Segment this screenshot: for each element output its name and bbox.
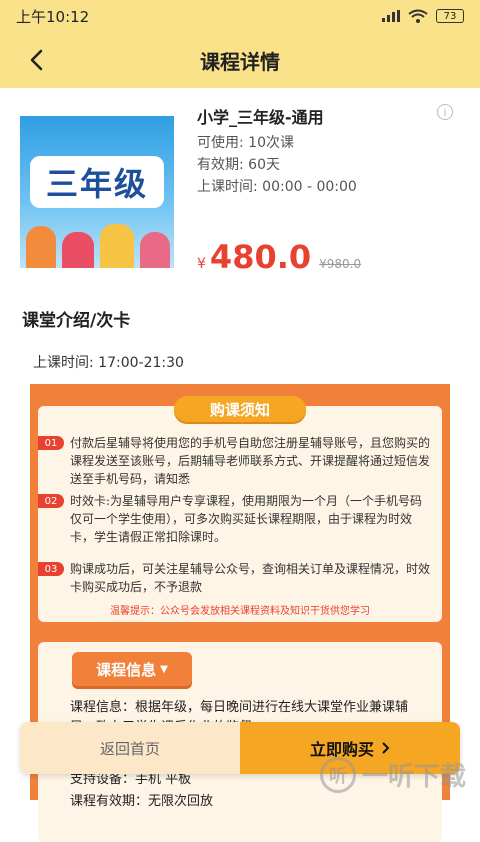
original-price: ¥980.0: [319, 257, 362, 271]
currency-symbol: ¥: [197, 256, 206, 272]
course-validity: 有效期: 60天: [197, 157, 280, 173]
status-time: 上午10:12: [16, 7, 90, 26]
course-cover-image: 三年级: [20, 116, 174, 268]
notice-item-text: 购课成功后，可关注星辅导公众号，查询相关订单及课程情况，时效卡购买成功后，不予退…: [70, 562, 431, 594]
watermark: 听 一听下载: [320, 756, 466, 793]
watermark-text: 一听下载: [362, 762, 467, 792]
page-title: 课程详情: [200, 49, 280, 74]
header-bar: 课程详情: [0, 32, 480, 88]
home-button[interactable]: 返回首页: [20, 722, 240, 774]
notice-title: 购课须知: [174, 396, 306, 422]
status-bar: 上午10:12 73: [0, 0, 480, 32]
course-info-title: 课程信息 ▼: [72, 652, 192, 686]
battery-icon: 73: [436, 9, 464, 23]
caret-icon: ▼: [160, 663, 168, 675]
notice-item-text: 付款后星辅导将使用您的手机号自助您注册星辅导账号，且您购买的课程发送至该账号，后…: [70, 436, 431, 486]
purchase-notice-card: 购课须知 01 付款后星辅导将使用您的手机号自助您注册星辅导账号，且您购买的课程…: [30, 384, 450, 630]
info-icon[interactable]: i: [437, 104, 453, 120]
signal-icon: [382, 10, 400, 22]
class-time: 上课时间: 17:00-21:30: [33, 355, 184, 371]
course-usage: 可使用: 10次课: [197, 135, 294, 151]
cover-grade-label: 三年级: [30, 156, 164, 208]
chevron-left-icon: [30, 49, 43, 71]
notice-item-number: 03: [38, 562, 64, 576]
course-class-hours: 上课时间: 00:00 - 00:00: [197, 179, 357, 195]
wifi-icon: [408, 9, 428, 23]
status-icons: 73: [382, 9, 464, 23]
notice-item-number: 02: [38, 494, 64, 508]
notice-item-number: 01: [38, 436, 64, 450]
back-button[interactable]: [20, 44, 52, 76]
price-block: ¥ 480.0 ¥980.0: [197, 238, 361, 276]
chevron-right-icon: [382, 742, 390, 754]
notice-tip: 温馨提示：公众号会发放相关课程资料及知识干货供您学习: [110, 606, 370, 617]
notice-item-text: 时效卡:为星辅导用户专享课程，使用期限为一个月（一个手机号码仅可一个学生使用），…: [70, 494, 423, 544]
watermark-logo-icon: 听: [320, 756, 356, 793]
course-name: 小学_三年级-通用: [197, 108, 324, 127]
course-info-line: 课程有效期：无限次回放: [70, 794, 214, 809]
current-price: 480.0: [209, 238, 312, 276]
notice-body: 01 付款后星辅导将使用您的手机号自助您注册星辅导账号，且您购买的课程发送至该账…: [38, 406, 442, 622]
section-title: 课堂介绍/次卡: [22, 311, 131, 331]
